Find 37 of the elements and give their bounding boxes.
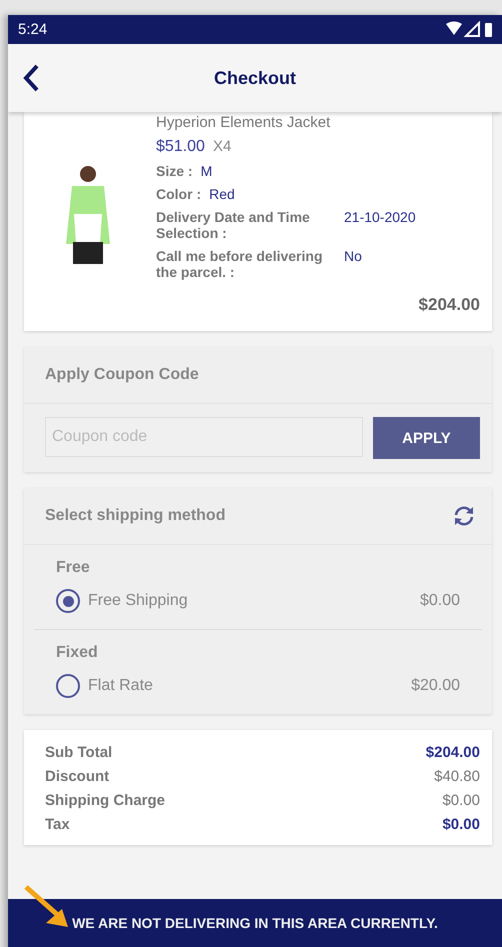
shipping-group-name: Free (56, 559, 91, 577)
attribute-value: 21-10-2020 (344, 209, 417, 227)
shipping-option-price: $0.00 (420, 592, 460, 610)
total-value: $0.00 (442, 792, 480, 809)
refresh-icon[interactable] (452, 505, 476, 527)
back-button[interactable] (22, 63, 40, 93)
radio-button[interactable] (56, 589, 80, 613)
total-value: $0.00 (442, 816, 480, 833)
total-label: Sub Total (45, 744, 112, 761)
attribute-label: Delivery Date and Time Selection : (156, 209, 311, 241)
total-label: Tax (45, 816, 70, 833)
attribute-value: Red (209, 186, 236, 202)
attribute-label: Size : (156, 163, 193, 179)
status-time: 5:24 (18, 21, 48, 38)
apply-button[interactable]: APPLY (373, 417, 480, 459)
total-label: Shipping Charge (45, 792, 165, 809)
attribute-label: Color : (156, 186, 202, 202)
shipping-option-label: Free Shipping (88, 592, 188, 609)
section-title: Apply Coupon Code (45, 366, 199, 384)
total-label: Discount (45, 768, 110, 785)
shipping-option-price: $20.00 (411, 677, 460, 695)
page-title: Checkout (214, 68, 296, 88)
status-icons (446, 20, 494, 38)
shipping-option-label: Flat Rate (88, 677, 153, 694)
total-value: $40.80 (434, 768, 480, 785)
shipping-group-name: Fixed (56, 644, 99, 662)
product-name: Hyperion Elements Jacket (156, 114, 332, 131)
product-quantity: X4 (212, 138, 232, 155)
product-price: $51.00 (156, 138, 205, 156)
banner-message: WE ARE NOT DELIVERING IN THIS AREA CURRENTLY. (72, 915, 438, 931)
radio-button[interactable] (56, 674, 80, 698)
attribute-label: Call me before delivering the parcel. : (156, 248, 324, 280)
section-title: Select shipping method (45, 507, 226, 525)
attribute-value: M (200, 163, 214, 179)
attribute-value: No (344, 248, 363, 266)
total-value: $204.00 (426, 744, 480, 761)
product-total: $204.00 (418, 295, 480, 315)
